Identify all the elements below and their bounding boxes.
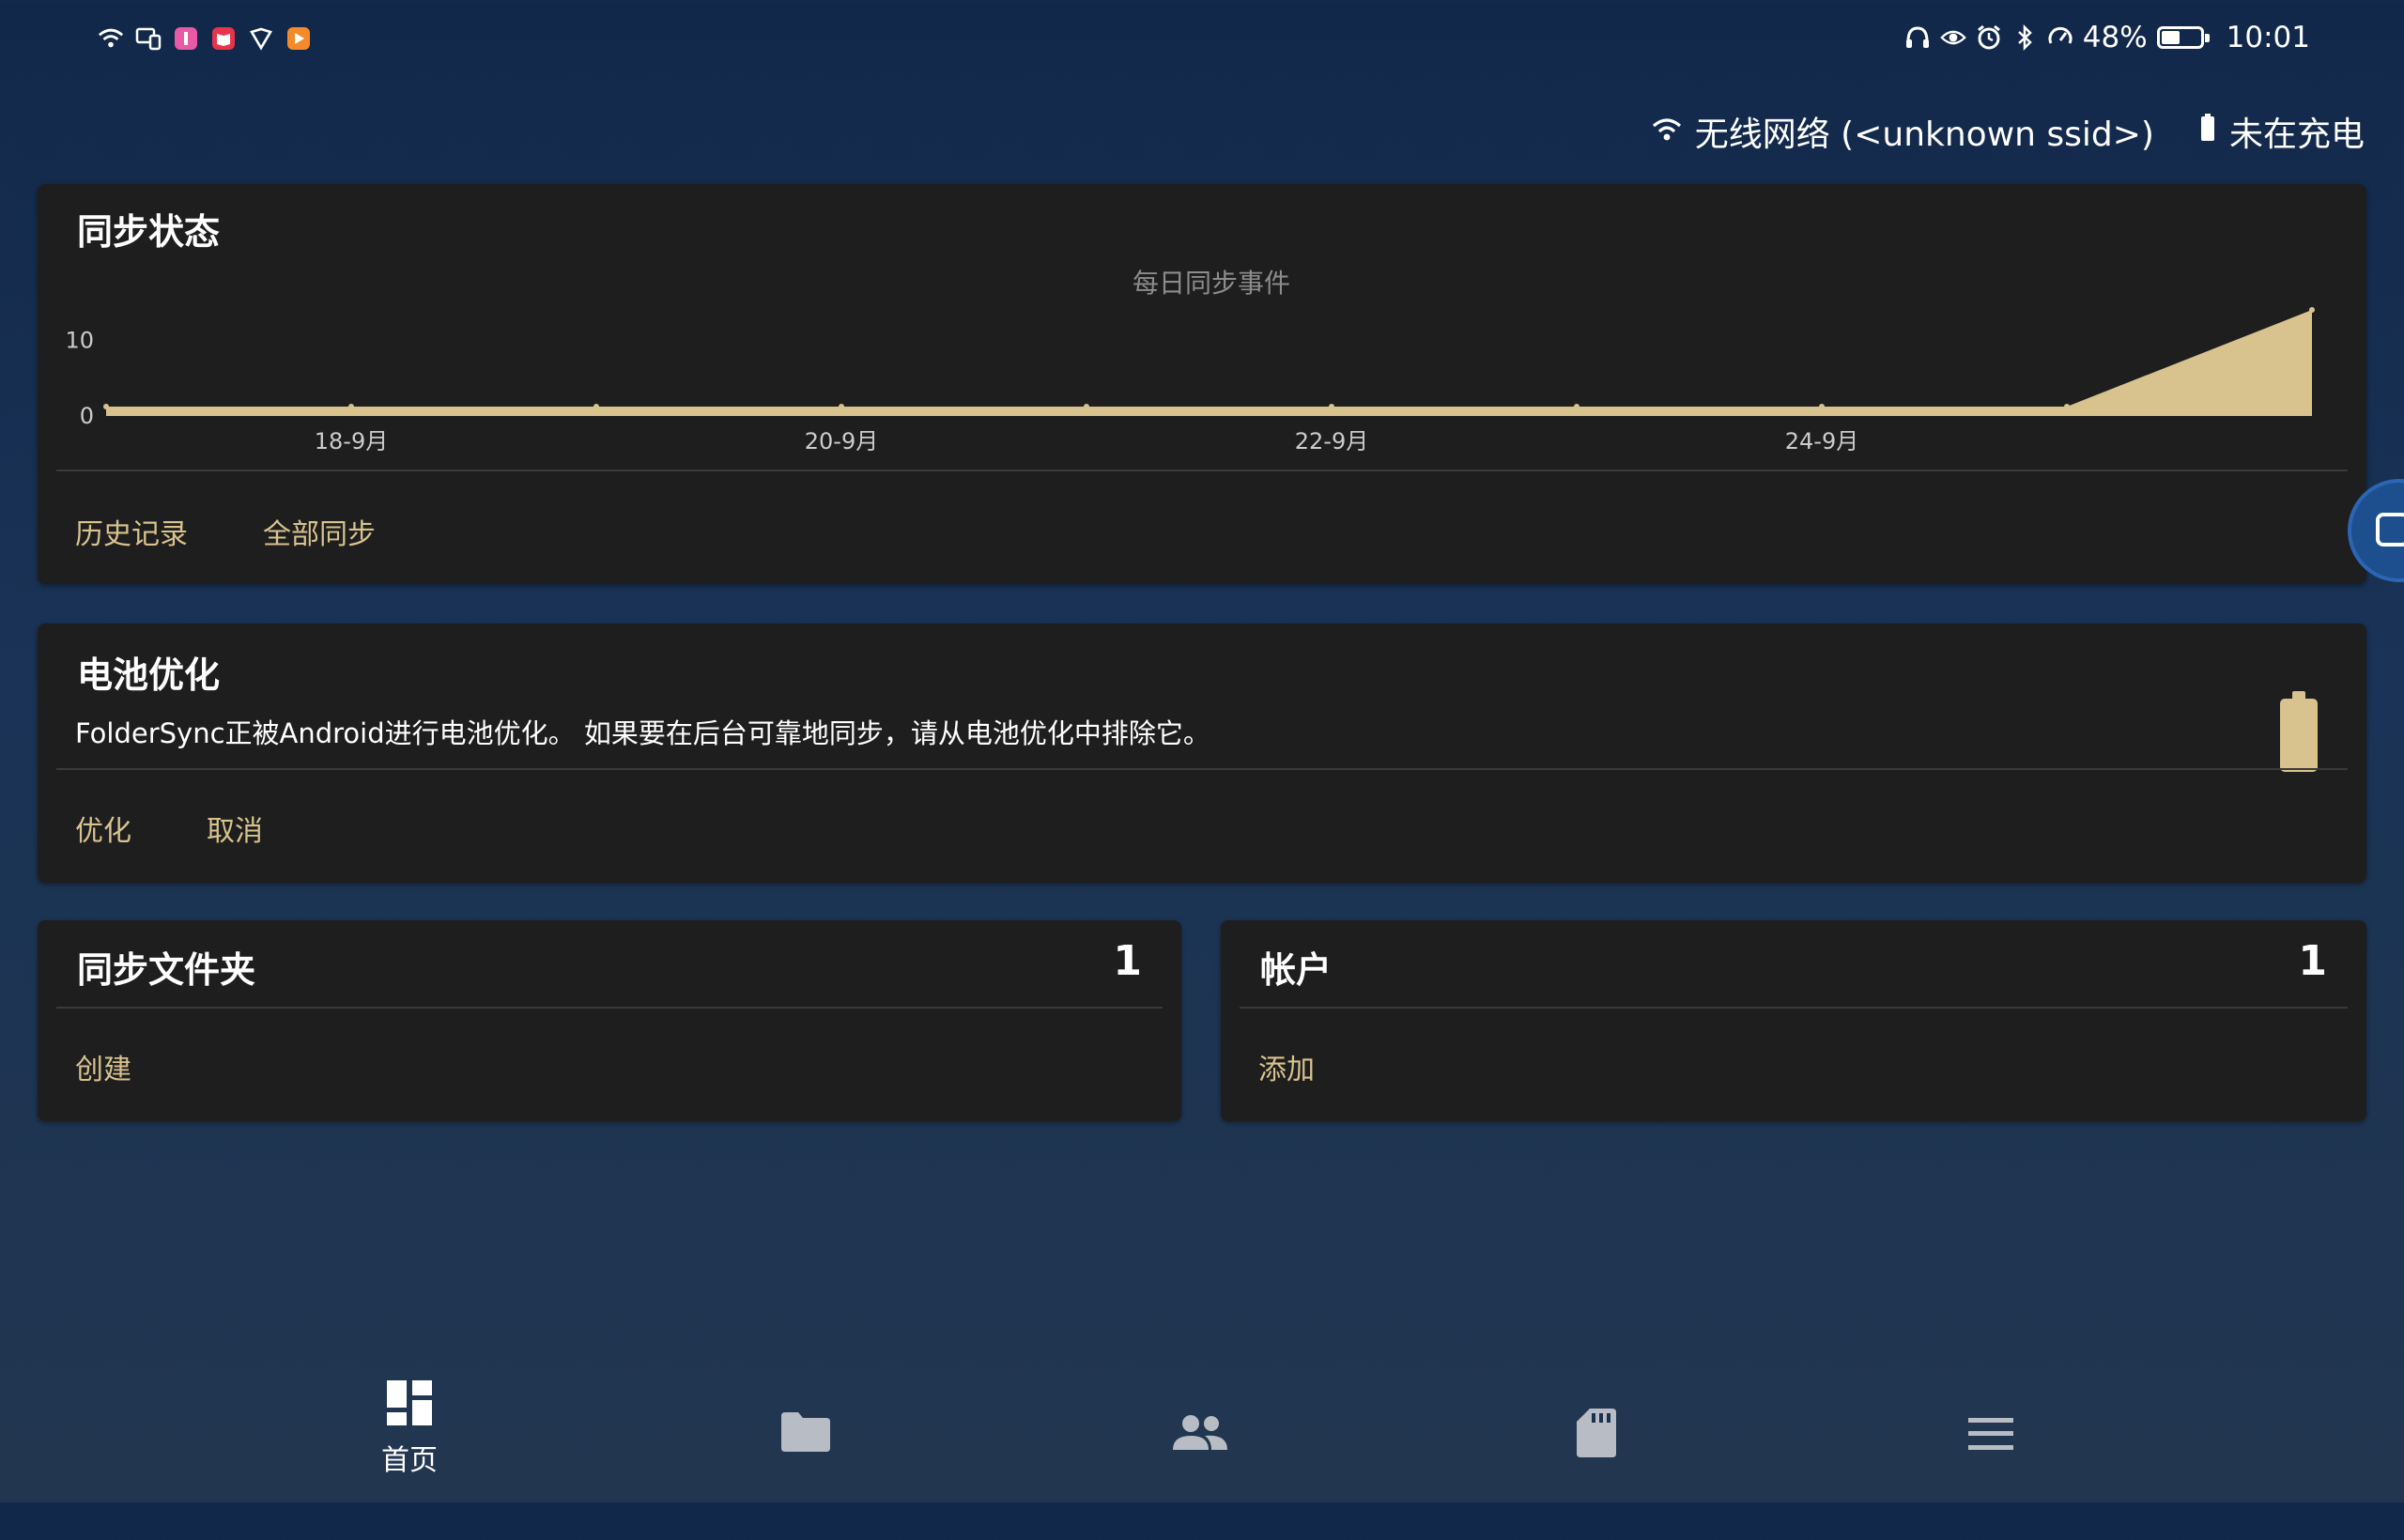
- eye-icon: [1939, 24, 1966, 51]
- nav-home-label: 首页: [381, 1444, 438, 1477]
- status-bar: 48% 10:01: [0, 0, 2404, 75]
- data-point: [1819, 404, 1825, 409]
- x-tick-label: 20-9月: [805, 428, 878, 454]
- speedometer-icon: [2047, 24, 2073, 51]
- nav-home[interactable]: 首页: [334, 1380, 485, 1502]
- menu-icon: [1968, 1418, 2013, 1454]
- daily-sync-chart: 每日同步事件 0 10 18-9月 20-9月 22-9月 24-9月: [65, 268, 2315, 454]
- history-button[interactable]: 历史记录: [75, 511, 188, 552]
- sync-all-button[interactable]: 全部同步: [263, 511, 376, 552]
- battery-icon: [2199, 113, 2216, 151]
- status-left-icons: [98, 21, 312, 56]
- folder-pairs-card: 同步文件夹 1 创建: [38, 920, 1181, 1121]
- bluetooth-icon: [2011, 24, 2038, 51]
- x-tick-label: 22-9月: [1295, 428, 1368, 454]
- sd-card-icon: [1577, 1409, 1616, 1461]
- data-point: [2309, 307, 2315, 313]
- app-red-book-icon: [210, 25, 237, 52]
- data-point: [348, 404, 354, 409]
- data-point: [839, 404, 844, 409]
- series-area: [106, 310, 2312, 416]
- data-point: [1574, 404, 1580, 409]
- card-divider: [56, 1007, 1163, 1009]
- add-account-button[interactable]: 添加: [1258, 1046, 1315, 1087]
- battery-optimization-card: 电池优化 FolderSync正被Android进行电池优化。 如果要在后台可靠…: [38, 624, 2366, 883]
- charging-status: 未在充电: [2199, 107, 2365, 156]
- x-tick-label: 24-9月: [1785, 428, 1858, 454]
- card-title: 同步文件夹: [77, 949, 256, 991]
- data-point: [1084, 404, 1089, 409]
- wifi-icon: [98, 25, 124, 52]
- people-icon: [1173, 1414, 1227, 1454]
- nav-file-manager[interactable]: [1521, 1409, 1672, 1531]
- headphones-icon: [1904, 24, 1931, 51]
- network-label: 无线网络 (<unknown ssid>): [1694, 116, 2154, 154]
- data-point: [2064, 404, 2070, 409]
- cancel-button[interactable]: 取消: [207, 808, 263, 849]
- y-tick-label: 10: [65, 327, 94, 353]
- folder-icon: [781, 1412, 830, 1455]
- card-title: 帐户: [1260, 949, 1333, 991]
- card-divider: [56, 768, 2348, 770]
- heart-shield-icon: [248, 25, 274, 52]
- charging-label: 未在充电: [2228, 116, 2365, 154]
- data-point: [593, 404, 599, 409]
- connection-row: 无线网络 (<unknown ssid>) 未在充电: [1652, 103, 2365, 160]
- battery-percent: 48%: [2082, 21, 2148, 54]
- alarm-icon: [1976, 24, 2002, 51]
- y-tick-label: 0: [80, 403, 94, 429]
- app-orange-play-icon: [285, 25, 312, 52]
- card-divider: [56, 470, 2348, 471]
- data-point: [103, 404, 109, 409]
- battery-icon: [2156, 26, 2210, 49]
- cast-screen-icon: [135, 25, 162, 52]
- accounts-card: 帐户 1 添加: [1221, 920, 2366, 1121]
- nav-accounts[interactable]: [1125, 1414, 1275, 1536]
- card-divider: [1240, 1007, 2348, 1009]
- wifi-icon: [1652, 113, 1682, 151]
- optimize-button[interactable]: 优化: [75, 808, 131, 849]
- x-tick-label: 18-9月: [315, 428, 388, 454]
- battery-optimization-message: FolderSync正被Android进行电池优化。 如果要在后台可靠地同步，请…: [75, 717, 1210, 749]
- data-point: [1329, 404, 1334, 409]
- chart-title: 每日同步事件: [1133, 268, 1290, 299]
- home-dashboard-icon: [387, 1380, 432, 1429]
- network-status: 无线网络 (<unknown ssid>): [1652, 107, 2154, 156]
- battery-icon: [2278, 691, 2319, 776]
- status-right: 48% 10:01: [1904, 19, 2310, 56]
- create-folder-pair-button[interactable]: 创建: [75, 1046, 131, 1087]
- battery-level-fill: [2161, 31, 2180, 44]
- accounts-count: 1: [2298, 937, 2327, 985]
- app-pink-icon: [173, 25, 199, 52]
- folder-pairs-count: 1: [1113, 937, 1142, 985]
- card-title: 电池优化: [77, 654, 221, 696]
- clock: 10:01: [2226, 21, 2310, 54]
- nav-menu[interactable]: [1916, 1418, 2066, 1540]
- nav-folders[interactable]: [731, 1412, 881, 1534]
- window-icon: [2376, 513, 2404, 547]
- sync-status-card: 同步状态 每日同步事件 0 10 18-9月 20-9月 22-9月 24-9月 历史记录 …: [38, 184, 2366, 584]
